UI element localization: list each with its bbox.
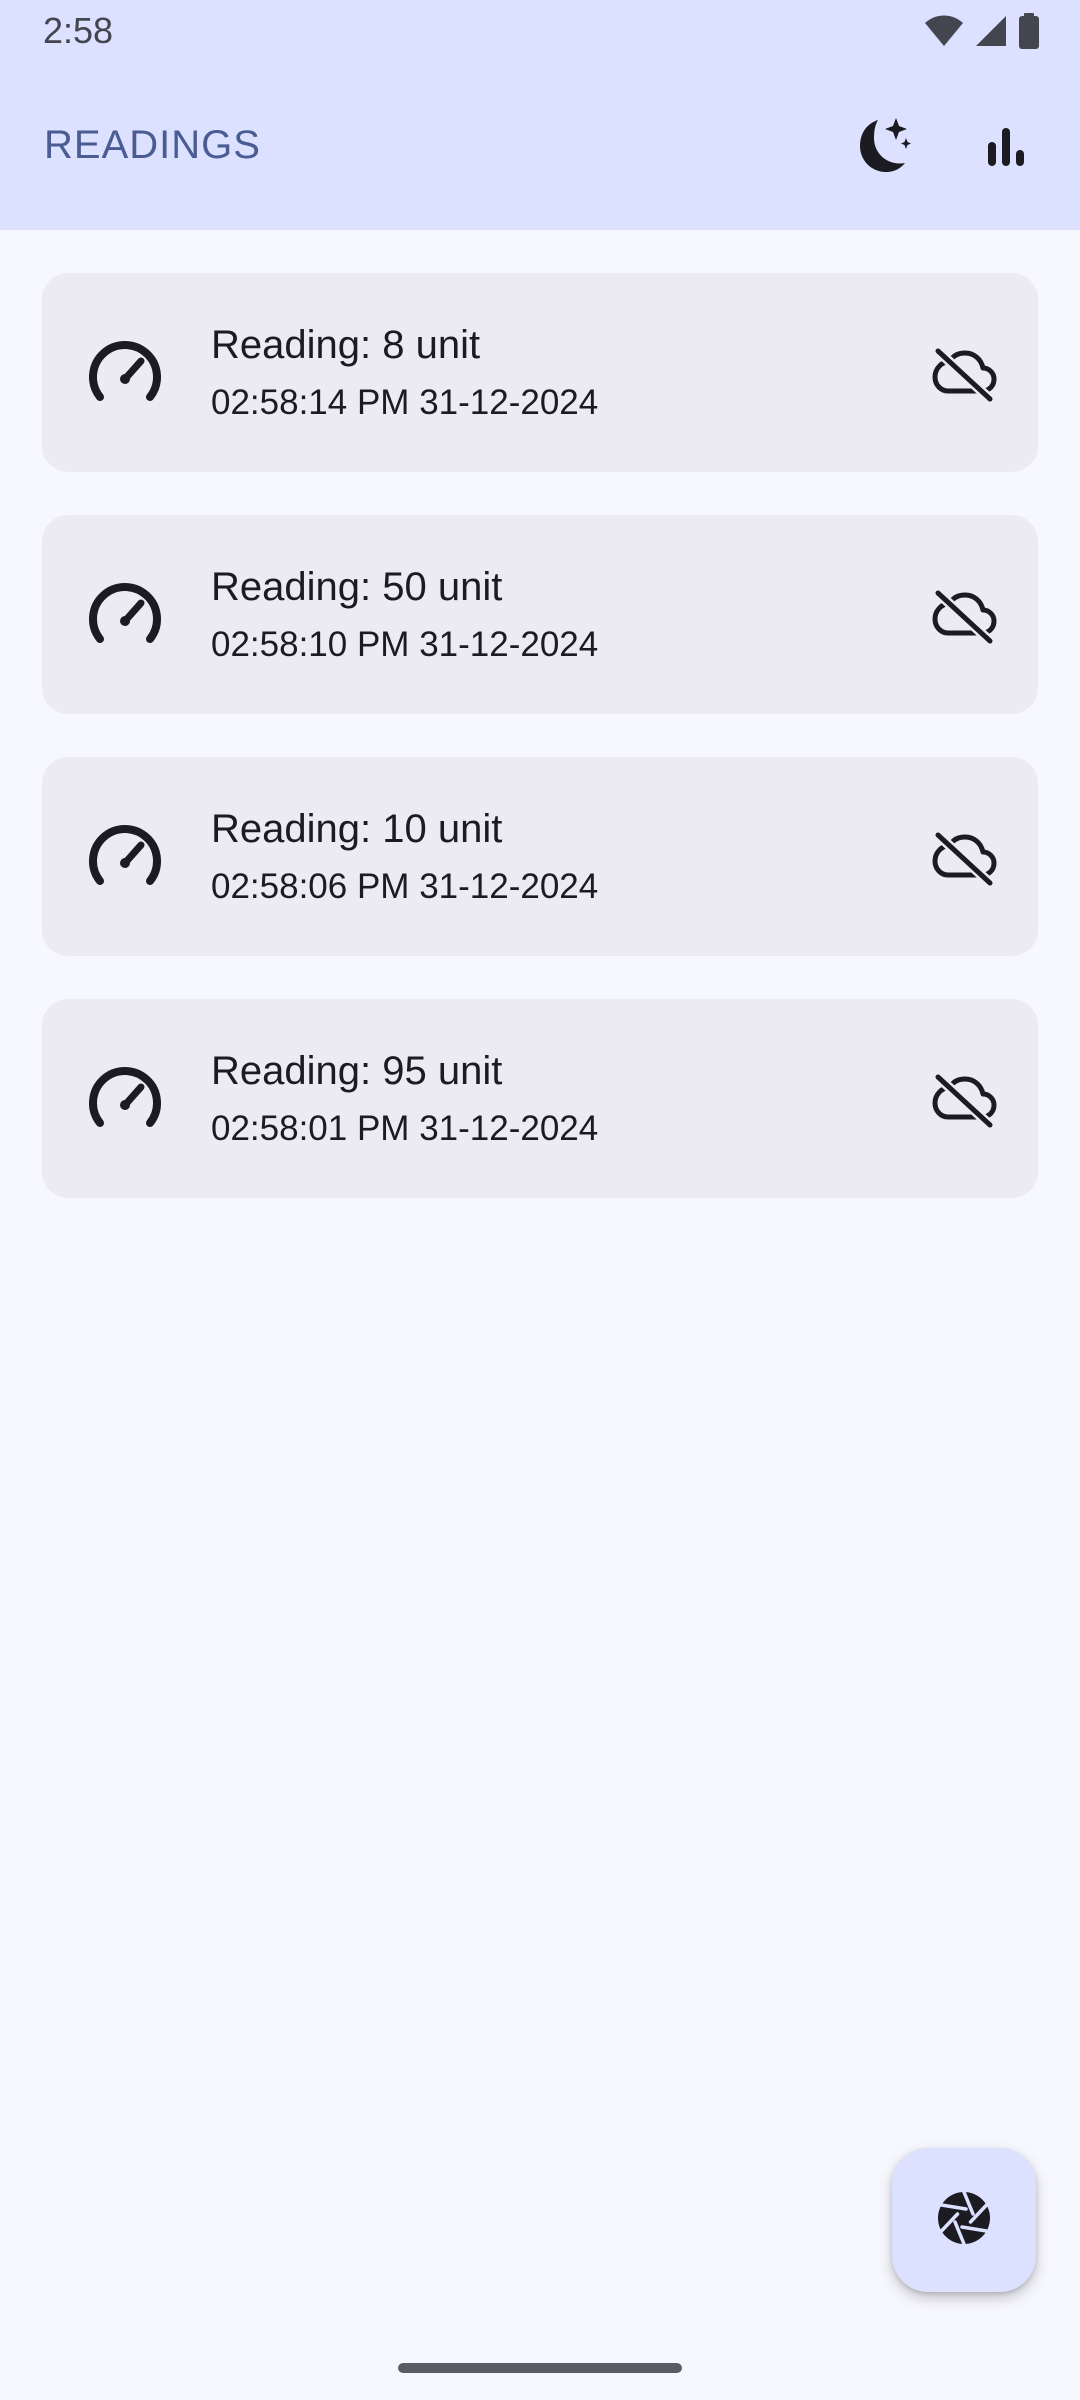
- reading-timestamp: 02:58:10 PM 31-12-2024: [211, 625, 599, 664]
- speedometer-icon: [86, 575, 164, 653]
- reading-card[interactable]: Reading: 50 unit 02:58:10 PM 31-12-2024: [42, 515, 1038, 714]
- speedometer-icon: [86, 817, 164, 895]
- statistics-button[interactable]: [970, 112, 1042, 184]
- reading-timestamp: 02:58:14 PM 31-12-2024: [211, 383, 599, 422]
- reading-card[interactable]: Reading: 8 unit 02:58:14 PM 31-12-2024: [42, 273, 1038, 472]
- reading-value: Reading: 95 unit: [211, 1049, 503, 1093]
- speedometer-icon: [86, 1059, 164, 1137]
- camera-shutter-icon: [934, 2188, 994, 2253]
- reading-value: Reading: 10 unit: [211, 807, 503, 851]
- cloud-off-icon[interactable]: [928, 1063, 1000, 1135]
- signal-icon: [974, 14, 1008, 48]
- reading-card[interactable]: Reading: 10 unit 02:58:06 PM 31-12-2024: [42, 757, 1038, 956]
- gesture-nav-handle[interactable]: [398, 2363, 682, 2373]
- readings-list: Reading: 8 unit 02:58:14 PM 31-12-2024 R…: [42, 273, 1038, 1241]
- reading-timestamp: 02:58:06 PM 31-12-2024: [211, 867, 599, 906]
- reading-value: Reading: 50 unit: [211, 565, 503, 609]
- cloud-off-icon[interactable]: [928, 579, 1000, 651]
- page-title: READINGS: [44, 123, 261, 167]
- app-bar: 2:58 READINGS: [0, 0, 1080, 230]
- battery-icon: [1018, 13, 1040, 49]
- dark-mode-icon: [848, 114, 912, 183]
- dark-mode-button[interactable]: [844, 112, 916, 184]
- speedometer-icon: [86, 333, 164, 411]
- reading-card[interactable]: Reading: 95 unit 02:58:01 PM 31-12-2024: [42, 999, 1038, 1198]
- reading-value: Reading: 8 unit: [211, 323, 481, 367]
- status-bar-time: 2:58: [43, 10, 114, 51]
- wifi-icon: [924, 14, 964, 48]
- cloud-off-icon[interactable]: [928, 337, 1000, 409]
- cloud-off-icon[interactable]: [928, 821, 1000, 893]
- bar-chart-icon: [982, 122, 1030, 175]
- status-bar-icons: [924, 12, 1040, 50]
- capture-fab[interactable]: [892, 2148, 1036, 2292]
- reading-timestamp: 02:58:01 PM 31-12-2024: [211, 1109, 599, 1148]
